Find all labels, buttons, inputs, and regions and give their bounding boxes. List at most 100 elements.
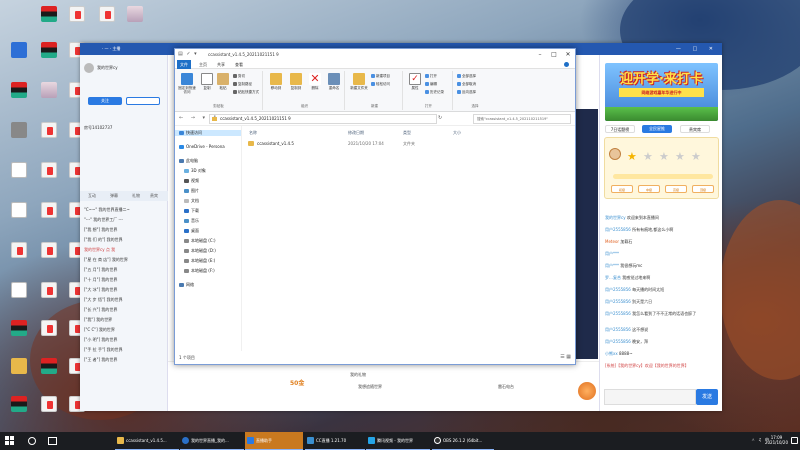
new-folder-button[interactable]: 新建文件夹	[349, 73, 369, 90]
gift-icon[interactable]	[578, 382, 596, 400]
level-button[interactable]: 初级	[611, 185, 633, 193]
taskbar-app-browser[interactable]: 我的世界直播_我的...	[180, 432, 244, 450]
taskbar-app-live-assistant[interactable]: 直播助手	[245, 432, 303, 450]
desktop-icon-flag[interactable]	[4, 82, 34, 100]
follow-button[interactable]: 关注	[88, 97, 122, 105]
level-button[interactable]: 高级	[665, 185, 687, 193]
notification-icon[interactable]	[791, 437, 798, 444]
quick-access-toolbar[interactable]: ▤ ✓ ▾	[178, 51, 198, 57]
nav-item-videos[interactable]: 视频	[184, 178, 199, 184]
desktop-icon-gear[interactable]	[4, 122, 34, 140]
nav-item-this-pc[interactable]: 此电脑	[179, 158, 198, 164]
desktop-icon-java[interactable]	[34, 162, 64, 180]
window-controls[interactable]: — □ ✕	[676, 46, 718, 52]
desktop-icon-java[interactable]	[4, 242, 34, 260]
minimize-icon[interactable]: –	[533, 49, 547, 60]
refresh-icon[interactable]: ↻	[438, 115, 442, 121]
level-button[interactable]: 中级	[638, 185, 660, 193]
copy-path-button[interactable]: 复制路径	[233, 82, 252, 87]
new-item-button[interactable]: 新建项目	[371, 74, 390, 79]
edit-button[interactable]: 编辑	[425, 82, 437, 87]
pin-button[interactable]: 固定到快速访问	[177, 73, 197, 94]
paste-shortcut-button[interactable]: 粘贴快捷方式	[233, 90, 259, 95]
help-icon[interactable]	[564, 62, 569, 67]
nav-item-drive-f[interactable]: 本地磁盘 (F:)	[184, 268, 215, 274]
table-row[interactable]: ccassistant_v1.4.5 2021/10/20 17:04 文件夹	[245, 140, 475, 148]
desktop-icon-flag[interactable]	[34, 358, 64, 376]
desktop-icon-java[interactable]	[34, 122, 64, 140]
column-header-name[interactable]: 名称	[249, 130, 257, 136]
address-bar[interactable]: ccassistant_v1.4.5_20211021151 9	[209, 114, 437, 124]
tab-file[interactable]: 文件	[177, 60, 191, 69]
maximize-icon[interactable]: □	[547, 49, 561, 60]
history-button[interactable]: 历史记录	[425, 90, 444, 95]
column-header-type[interactable]: 类型	[403, 130, 411, 136]
desktop-icon-doc[interactable]	[4, 282, 34, 300]
search-icon[interactable]	[28, 437, 36, 445]
taskbar-app-explorer[interactable]: ccassistant_v1.4.5...	[115, 432, 179, 450]
desktop-icon-java[interactable]	[92, 6, 122, 24]
nav-item-3d-objects[interactable]: 3D 对象	[184, 168, 206, 174]
desktop-icon-anime[interactable]	[120, 6, 150, 24]
desktop-icon-flag[interactable]	[4, 320, 34, 338]
follow-item-label[interactable]: 我想追随世界	[358, 384, 382, 390]
tab-danmaku[interactable]: 弹幕	[110, 193, 118, 199]
close-icon[interactable]: ✕	[561, 49, 575, 60]
view-toggle-icons[interactable]: ☰ ▦	[560, 354, 571, 360]
taskbar-app-obs[interactable]: OBS 26.1.2 (64bit...	[432, 432, 494, 450]
search-input[interactable]: 搜索"ccassistant_v1.4.5_202110211519"	[473, 114, 571, 124]
task-view-icon[interactable]	[48, 437, 57, 445]
desktop-icon-java[interactable]	[34, 202, 64, 220]
nav-item-drive-e[interactable]: 本地磁盘 (E:)	[184, 258, 215, 264]
nav-item-drive-c[interactable]: 本地磁盘 (C:)	[184, 238, 216, 244]
nav-item-desktop[interactable]: 桌面	[184, 228, 199, 234]
send-button[interactable]: 发送	[696, 389, 718, 405]
taskbar-app-cc-live[interactable]: CC直播 1.21.70	[305, 432, 365, 450]
taskbar-app-video[interactable]: 腾讯视频 - 我的世界	[366, 432, 430, 450]
copy-to-button[interactable]: 复制到	[287, 73, 305, 90]
desktop-icon-flag[interactable]	[4, 396, 34, 414]
column-header-size[interactable]: 大小	[453, 130, 461, 136]
share-button[interactable]	[126, 97, 160, 105]
tab-star[interactable]: 全民星推	[642, 125, 672, 133]
start-button[interactable]	[5, 436, 15, 446]
event-banner[interactable]: 迎开学·来打卡 网络游戏嘉年华进行中	[605, 63, 718, 121]
tab-vip-seat[interactable]: 贵宾席	[680, 125, 710, 133]
nav-item-downloads[interactable]: 下载	[184, 208, 199, 214]
properties-button[interactable]: ✓ 属性	[407, 73, 423, 90]
tab-home[interactable]: 主页	[197, 60, 209, 69]
cut-button[interactable]: 剪切	[233, 74, 245, 79]
paste-button[interactable]: 粘贴	[215, 73, 231, 90]
tab-view[interactable]: 查看	[233, 60, 245, 69]
desktop-icon-doc[interactable]	[4, 202, 34, 220]
chat-input[interactable]	[604, 389, 696, 405]
nav-item-pictures[interactable]: 图片	[184, 188, 199, 194]
nav-item-documents[interactable]: 文档	[184, 198, 199, 204]
nav-item-onedrive[interactable]: OneDrive - Persona	[179, 144, 225, 149]
level-button[interactable]: 顶级	[692, 185, 714, 193]
easy-access-button[interactable]: 轻松访问	[371, 82, 390, 87]
tab-topics[interactable]: 7日话题榜	[605, 125, 635, 133]
nav-item-network[interactable]: 网络	[179, 282, 194, 288]
copy-button[interactable]: 复制	[199, 73, 215, 90]
select-none-button[interactable]: 全部取消	[457, 82, 476, 87]
share-label[interactable]: 雷石电台	[498, 384, 514, 390]
desktop-icon-app[interactable]	[4, 42, 34, 60]
desktop-icon-doc[interactable]	[4, 162, 34, 180]
desktop-icon-java[interactable]	[34, 242, 64, 260]
select-all-button[interactable]: 全部选择	[457, 74, 476, 79]
tab-gifts[interactable]: 礼物	[132, 193, 140, 199]
nav-item-drive-d[interactable]: 本地磁盘 (D:)	[184, 248, 216, 254]
desktop-icon-java[interactable]	[34, 320, 64, 338]
open-button[interactable]: 打开	[425, 74, 437, 79]
desktop-icon-folder[interactable]	[4, 358, 34, 376]
desktop-icon-flag[interactable]	[34, 6, 64, 24]
gift-shop-label[interactable]: 我的礼物	[350, 372, 366, 378]
nav-item-quick-access[interactable]: 快速访问	[175, 130, 241, 136]
column-header-date[interactable]: 修改日期	[348, 130, 364, 136]
desktop-icon-flag[interactable]	[34, 42, 64, 60]
clock[interactable]: 17:09 2021/10/20	[765, 435, 788, 445]
avatar[interactable]	[84, 63, 94, 73]
tab-interact[interactable]: 互动	[88, 193, 96, 199]
delete-button[interactable]: ✕ 删除	[307, 73, 323, 90]
